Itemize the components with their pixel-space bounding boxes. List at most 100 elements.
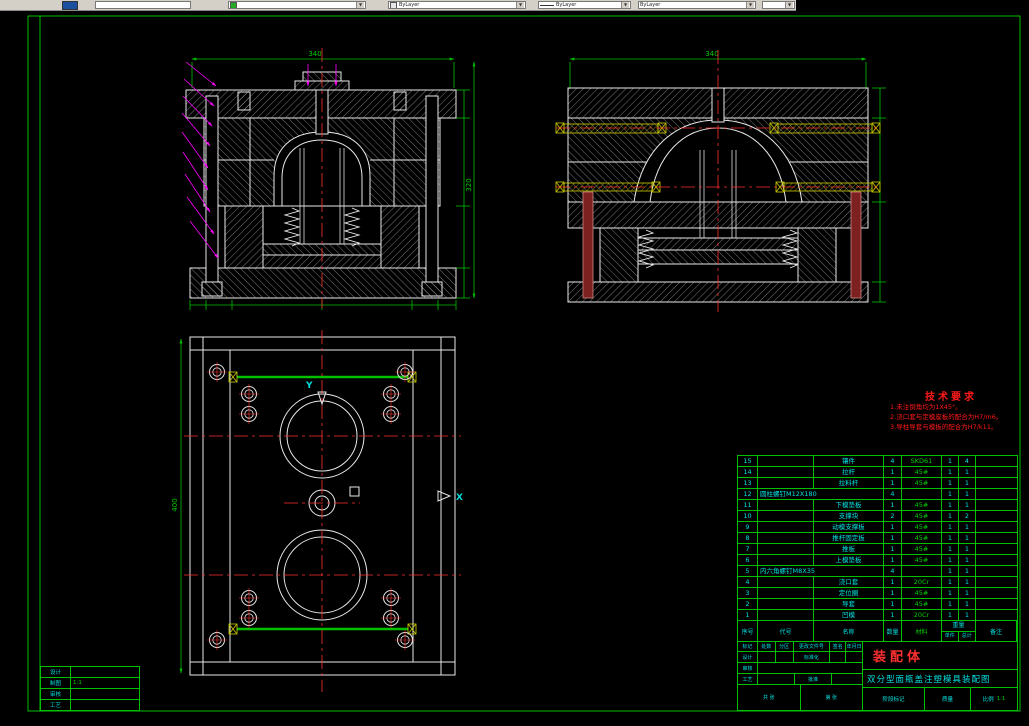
plot-style-box[interactable]: ▼ bbox=[762, 1, 795, 9]
tb-label-check: 审核 bbox=[738, 663, 758, 673]
slide-bar bbox=[563, 123, 659, 134]
chevron-down-icon[interactable]: ▼ bbox=[785, 2, 793, 8]
title-block-name-area: 装配体 双分型面瓶盖注塑模具装配图 阶段标记 质量 比例 1:1 bbox=[863, 641, 1017, 710]
dim-plan-height: 400 bbox=[171, 498, 179, 511]
plan-view: Y X 400 bbox=[171, 330, 463, 692]
tb-label-process: 工艺 bbox=[738, 674, 758, 684]
parts-row: 6 上模垫板 1 45# 1 1 bbox=[738, 555, 1017, 566]
parts-row: 10 支撑块 2 45# 1 2 bbox=[738, 511, 1017, 522]
corner-row: 工艺 bbox=[41, 700, 139, 710]
layer-state-box[interactable] bbox=[95, 1, 191, 9]
header-weight-group: 重量 单件 总计 bbox=[942, 621, 976, 641]
tb-label-sheet-no: 第 张 bbox=[825, 695, 838, 701]
color-value: ByLayer bbox=[399, 2, 420, 8]
technical-requirements-title: 技术要求 bbox=[925, 392, 977, 403]
layer-dropdown[interactable]: ▼ bbox=[228, 1, 366, 9]
layers-icon[interactable] bbox=[62, 1, 78, 10]
return-spring bbox=[343, 207, 361, 247]
parts-row: 11 下模垫板 1 45# 1 1 bbox=[738, 500, 1017, 511]
chevron-down-icon[interactable]: ▼ bbox=[621, 2, 629, 8]
header-name: 名称 bbox=[814, 621, 884, 641]
tb-label-approve: 批准 bbox=[795, 674, 832, 684]
parts-row: 8 推杆固定板 1 45# 1 1 bbox=[738, 533, 1017, 544]
x-axis-arrow-icon bbox=[437, 490, 452, 502]
header-qty: 数量 bbox=[884, 621, 902, 641]
title-block-revision-area: 标记 处数 分区 更改文件号 签名 年月日 设计 标准化 审核 工艺 批准 共 … bbox=[738, 641, 863, 710]
tb-label-mark: 标记 bbox=[738, 641, 758, 651]
chevron-down-icon[interactable]: ▼ bbox=[746, 2, 754, 8]
tb-scale: 比例 1:1 bbox=[982, 696, 1006, 703]
tb-label-standard: 标准化 bbox=[794, 652, 831, 662]
parts-row: 7 推板 1 45# 1 1 bbox=[738, 544, 1017, 555]
support-block bbox=[599, 227, 639, 283]
parts-row: 12 圆柱螺钉M12X180 4 1 1 bbox=[738, 489, 1017, 500]
tb-label-sign: 签名 bbox=[830, 641, 847, 651]
header-unit: 单件 bbox=[942, 632, 959, 641]
tb-label-change-doc: 更改文件号 bbox=[794, 641, 831, 651]
properties-toolbar: ▼ ByLayer ▼ ByLayer ▼ ByLayer ▼ ▼ bbox=[0, 0, 796, 11]
parts-row: 3 定位圈 1 45# 1 1 bbox=[738, 588, 1017, 599]
tb-label-count: 处数 bbox=[758, 641, 776, 651]
side-section-view: 340 bbox=[555, 50, 886, 312]
technical-requirements-items: 1.未注倒角均为1X45°。 2.浇口套与定模座板的配合为H7/m6。 3.导柱导套… bbox=[890, 403, 1012, 432]
parts-row: 1 凹模 1 20Cr 1 1 bbox=[738, 610, 1017, 621]
chevron-down-icon[interactable]: ▼ bbox=[516, 2, 524, 8]
tb-label-zone: 分区 bbox=[776, 641, 794, 651]
lineweight-value: ByLayer bbox=[640, 2, 661, 8]
drawing-canvas[interactable]: 340 320 340 Y X 400 技术要求 1.未注倒角均为1X45°。 … bbox=[0, 0, 1029, 726]
technical-requirements: 技术要求 1.未注倒角均为1X45°。 2.浇口套与定模座板的配合为H7/m6。 3… bbox=[890, 388, 1012, 432]
tb-label-date: 年月日 bbox=[846, 643, 862, 650]
header-remark: 备注 bbox=[976, 621, 1017, 641]
support-block bbox=[224, 205, 264, 269]
current-color-swatch bbox=[390, 2, 397, 8]
x-axis-label: X bbox=[456, 493, 463, 503]
parts-row: 2 导套 1 45# 1 1 bbox=[738, 599, 1017, 610]
part-name: 装配体 bbox=[863, 641, 1017, 670]
scale-value: 1:1 bbox=[996, 696, 1006, 702]
parts-row: 9 动模支撑板 1 45# 1 1 bbox=[738, 522, 1017, 533]
header-total: 总计 bbox=[961, 633, 972, 639]
tb-label-stage: 阶段标记 bbox=[863, 688, 925, 710]
return-spring bbox=[283, 207, 301, 247]
color-dropdown[interactable]: ByLayer ▼ bbox=[388, 1, 526, 9]
support-block bbox=[380, 205, 420, 269]
linetype-value: ByLayer bbox=[556, 2, 577, 8]
guide-pillar bbox=[425, 95, 439, 283]
bottom-clamp-plate bbox=[189, 267, 457, 299]
y-axis-label: Y bbox=[305, 381, 313, 391]
parts-row: 5 内六角螺钉M8X35 4 1 1 bbox=[738, 566, 1017, 577]
chevron-down-icon[interactable]: ▼ bbox=[356, 2, 364, 8]
tech-requirement-item: 2.浇口套与定模座板的配合为H7/m6。 bbox=[890, 412, 1003, 421]
parts-row: 14 拉杆 1 45# 1 1 bbox=[738, 467, 1017, 478]
drawing-title: 双分型面瓶盖注塑模具装配图 bbox=[863, 670, 1017, 688]
header-weight: 重量 bbox=[942, 621, 975, 632]
tb-label-weight: 质量 bbox=[925, 688, 971, 710]
support-block bbox=[797, 227, 837, 283]
dim-front-width: 340 bbox=[308, 50, 321, 58]
header-code: 代号 bbox=[758, 621, 814, 641]
dim-front-height: 320 bbox=[465, 178, 473, 191]
slide-bar bbox=[777, 123, 873, 134]
parts-row: 13 拉料杆 1 45# 1 1 bbox=[738, 478, 1017, 489]
linetype-dropdown[interactable]: ByLayer ▼ bbox=[538, 1, 631, 9]
parts-list-header: 序号 代号 名称 数量 材料 重量 单件 总计 备注 bbox=[738, 621, 1017, 641]
header-seq: 序号 bbox=[738, 621, 758, 641]
corner-block: 设计 制图 1:1 审核 工艺 bbox=[40, 666, 140, 711]
layer-color-swatch bbox=[230, 2, 237, 8]
corner-row: 制图 1:1 bbox=[41, 678, 139, 689]
tech-requirement-item: 3.导柱导套与模板的配合为H7/k11。 bbox=[890, 422, 998, 431]
tb-label-design: 设计 bbox=[738, 652, 758, 662]
title-block: 标记 处数 分区 更改文件号 签名 年月日 设计 标准化 审核 工艺 批准 共 … bbox=[737, 641, 1018, 711]
tb-label-sheets: 共 张 bbox=[738, 685, 801, 710]
corner-row: 审核 bbox=[41, 689, 139, 700]
lineweight-dropdown[interactable]: ByLayer ▼ bbox=[638, 1, 756, 9]
tie-rod bbox=[582, 191, 594, 299]
header-material: 材料 bbox=[902, 621, 942, 641]
corner-row: 设计 bbox=[41, 667, 139, 678]
parts-row: 15 镶件 4 SKD61 1 4 bbox=[738, 456, 1017, 467]
tech-requirement-item: 1.未注倒角均为1X45°。 bbox=[890, 403, 962, 411]
parts-list: 15 镶件 4 SKD61 1 4 14 拉杆 1 45# 1 1 13 拉料杆 1 45# 1 1 12 圆柱螺钉M… bbox=[737, 455, 1018, 642]
linetype-sample bbox=[540, 4, 554, 6]
tie-rod bbox=[850, 191, 862, 299]
parts-row: 4 浇口套 1 20Cr 1 1 bbox=[738, 577, 1017, 588]
